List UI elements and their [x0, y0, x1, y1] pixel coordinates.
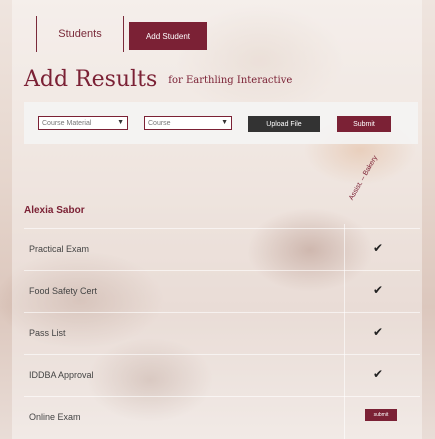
chevron-down-icon: ▼ [117, 119, 124, 126]
results-toolbar: Course Material ▼ Course ▼ Upload File S… [24, 102, 418, 144]
row-label: Practical Exam [29, 244, 90, 254]
page-title-text: Add Results [24, 67, 158, 92]
checkmark-icon: ✔ [373, 367, 384, 381]
table-row: IDDBA Approval ✔ [24, 354, 420, 397]
table-row: Food Safety Cert ✔ [24, 270, 420, 313]
student-name: Alexia Sabor [24, 205, 85, 216]
checkmark-icon: ✔ [373, 325, 384, 339]
course-material-select[interactable]: Course Material ▼ [38, 116, 128, 130]
column-header: Assist. – Bakery [344, 155, 394, 224]
checkmark-icon: ✔ [373, 241, 384, 255]
tab-students[interactable]: Students [36, 16, 124, 52]
row-label: Online Exam [29, 412, 81, 422]
row-label: IDDBA Approval [29, 370, 94, 380]
course-select-label: Course [148, 119, 171, 127]
page-subtitle: for Earthling Interactive [168, 74, 293, 86]
table-row: Online Exam submit [24, 396, 420, 439]
course-select[interactable]: Course ▼ [144, 116, 232, 130]
page-title: Add Results for Earthling Interactive [24, 67, 292, 92]
course-material-select-label: Course Material [42, 119, 92, 127]
submit-button[interactable]: Submit [337, 116, 391, 132]
row-submit-button[interactable]: submit [365, 409, 397, 421]
checkmark-icon: ✔ [373, 283, 384, 297]
row-label: Food Safety Cert [29, 286, 98, 296]
upload-file-button[interactable]: Upload File [248, 116, 320, 132]
table-row: Pass List ✔ [24, 312, 420, 355]
table-row: Practical Exam ✔ [24, 228, 420, 271]
row-label: Pass List [29, 328, 66, 338]
tab-add-student[interactable]: Add Student [129, 22, 207, 50]
chevron-down-icon: ▼ [221, 119, 228, 126]
